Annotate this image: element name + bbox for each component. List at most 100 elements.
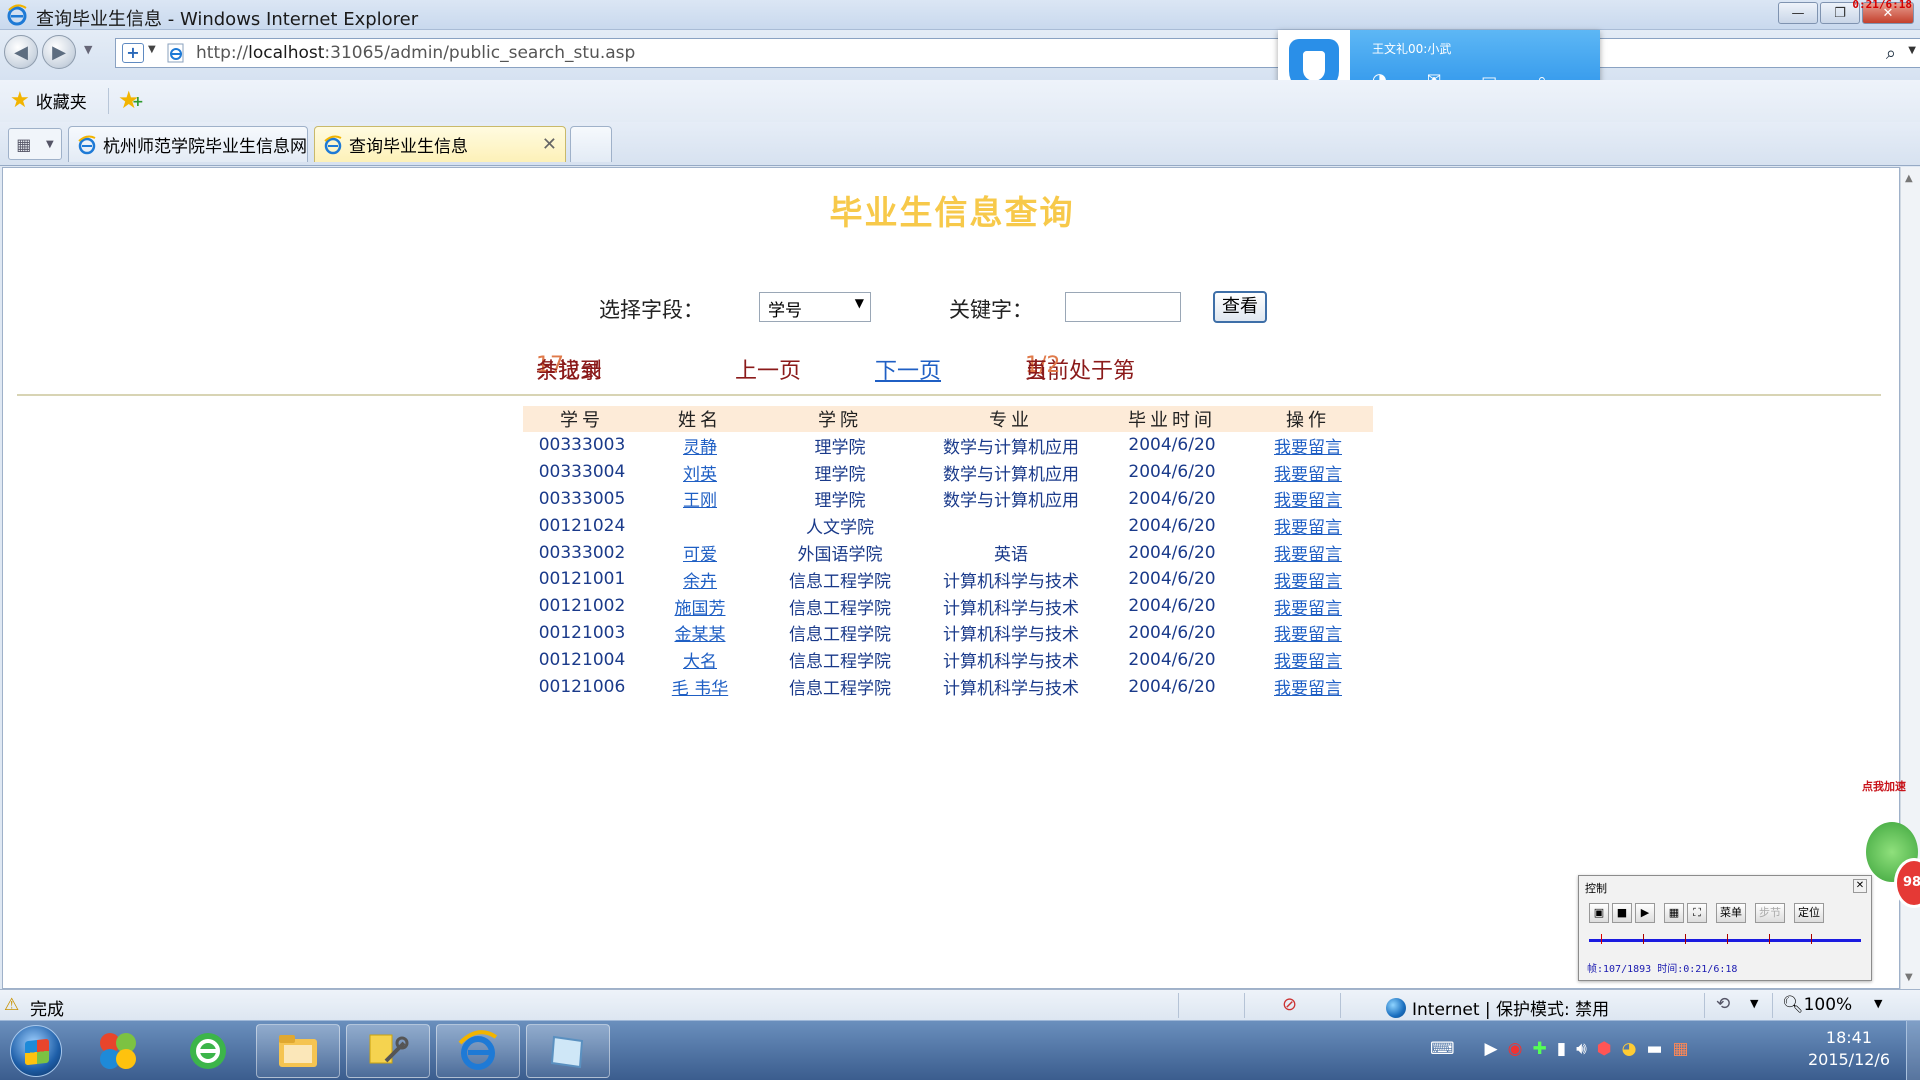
star-icon: ★ xyxy=(10,88,30,113)
leave-message-link[interactable]: 我要留言 xyxy=(1274,652,1342,672)
playhead-marker[interactable] xyxy=(1601,934,1602,944)
cell-major: 计算机科学与技术 xyxy=(943,571,1079,592)
keyboard-icon[interactable]: ⌨ xyxy=(1430,1039,1455,1059)
window-title-bar: 查询毕业生信息 - Windows Internet Explorer — ❐ … xyxy=(0,0,1920,30)
student-name-link[interactable]: 施国芳 xyxy=(675,599,726,619)
ime-icon[interactable]: ▦ xyxy=(1673,1039,1689,1059)
compat-view-icon[interactable]: + xyxy=(122,43,144,63)
cell-college: 外国语学院 xyxy=(797,545,883,566)
leave-message-link[interactable]: 我要留言 xyxy=(1274,599,1342,619)
chevron-down-icon[interactable]: ▼ xyxy=(148,44,156,55)
student-name-link[interactable]: 余卉 xyxy=(683,572,717,592)
back-button[interactable]: ◀ xyxy=(4,35,38,69)
leave-message-link[interactable]: 我要留言 xyxy=(1274,625,1342,645)
taskbar-internet-explorer[interactable] xyxy=(436,1024,520,1078)
system-clock[interactable]: 18:41 2015/12/6 xyxy=(1808,1027,1890,1071)
scroll-up-icon[interactable]: ▲ xyxy=(1905,173,1913,184)
display-icon[interactable]: ▬ xyxy=(1646,1039,1662,1059)
media-play-icon[interactable]: ▶ xyxy=(1485,1039,1498,1059)
add-favorite-icon[interactable]: ★ xyxy=(118,86,143,114)
keyword-input[interactable] xyxy=(1065,292,1181,322)
header-student-id: 学号 xyxy=(523,406,641,432)
table-cell: 刘英 xyxy=(641,459,759,486)
student-name-link[interactable]: 灵静 xyxy=(683,438,717,458)
table-cell: 我要留言 xyxy=(1243,539,1373,566)
volume-icon[interactable]: 🔊︎ xyxy=(1576,1039,1587,1059)
control-buttons: ▣ ■ ▶ ▦ ⛶ 菜单 步节 定位 xyxy=(1589,903,1824,923)
student-name-link[interactable]: 刘英 xyxy=(683,465,717,485)
locate-button[interactable]: 定位 xyxy=(1794,903,1824,923)
cell-college: 理学院 xyxy=(814,464,866,485)
table-cell: 我要留言 xyxy=(1243,486,1373,513)
track-tick xyxy=(1643,934,1644,944)
leave-message-link[interactable]: 我要留言 xyxy=(1274,518,1342,538)
chevron-down-icon[interactable]: ▼ xyxy=(1874,997,1882,1010)
minimize-button[interactable]: — xyxy=(1778,2,1818,24)
taskbar-app-colorful[interactable] xyxy=(76,1024,160,1078)
layout-button[interactable]: ▦ xyxy=(1664,903,1684,923)
leave-message-link[interactable]: 我要留言 xyxy=(1274,572,1342,592)
student-name-link[interactable]: 可爱 xyxy=(683,545,717,565)
progress-track[interactable] xyxy=(1589,939,1861,942)
clock-time: 18:41 xyxy=(1825,1028,1873,1047)
student-name-link[interactable]: 毛 韦华 xyxy=(672,679,728,699)
player-control-panel[interactable]: 控制 ✕ ▣ ■ ▶ ▦ ⛶ 菜单 步节 定位 帧:107/1893 时间:0:… xyxy=(1578,875,1872,981)
field-select[interactable]: 学号 ▼ xyxy=(759,292,871,322)
history-dropdown-icon[interactable]: ▼ xyxy=(84,43,92,56)
step-button[interactable]: 步节 xyxy=(1755,903,1785,923)
chevron-down-icon[interactable]: ▼ xyxy=(1750,997,1758,1010)
leave-message-link[interactable]: 我要留言 xyxy=(1274,679,1342,699)
recorder-app-icon xyxy=(550,1035,584,1069)
qq-tray-icon[interactable]: ◕ xyxy=(1622,1039,1637,1059)
search-dropdown-icon[interactable]: ▼ xyxy=(1908,45,1916,56)
tab-bar: ▦ ▼ 杭州师范学院毕业生信息网 查询毕业生信息 ✕ xyxy=(0,122,1920,166)
antivirus-icon[interactable]: ⬢ xyxy=(1597,1039,1612,1059)
student-name-link[interactable]: 大名 xyxy=(683,652,717,672)
close-icon[interactable]: ✕ xyxy=(1853,879,1867,893)
student-name-link[interactable]: 金某某 xyxy=(675,625,726,645)
taskbar-tools[interactable] xyxy=(346,1024,430,1078)
leave-message-link[interactable]: 我要留言 xyxy=(1274,465,1342,485)
url-text[interactable]: http://localhost:31065/admin/public_sear… xyxy=(196,43,635,63)
network-signal-icon[interactable]: ▮ xyxy=(1557,1039,1566,1059)
show-desktop-button[interactable] xyxy=(1906,1021,1920,1080)
close-tab-icon[interactable]: ✕ xyxy=(542,134,557,155)
popup-blocker-icon[interactable]: ⟲ xyxy=(1716,994,1730,1014)
pause-button[interactable]: ▣ xyxy=(1589,903,1609,923)
menu-button[interactable]: 菜单 xyxy=(1716,903,1746,923)
stop-button[interactable]: ■ xyxy=(1612,903,1632,923)
tab-search-graduates[interactable]: 查询毕业生信息 ✕ xyxy=(314,126,566,162)
search-icon[interactable]: ⌕ xyxy=(1886,43,1896,64)
taskbar-recorder[interactable] xyxy=(526,1024,610,1078)
forward-button[interactable]: ▶ xyxy=(42,35,76,69)
quick-tabs-button[interactable]: ▦ ▼ xyxy=(8,128,62,160)
status-divider xyxy=(1704,993,1705,1018)
table-row: 00121002 施国芳 信息工程学院 计算机科学与技术 2004/6/20 我要留言 xyxy=(523,593,1373,620)
tab-hangzhou-normal[interactable]: 杭州师范学院毕业生信息网 xyxy=(68,126,308,162)
zoom-level[interactable]: 🔍︎100% xyxy=(1782,995,1852,1015)
divider xyxy=(17,394,1881,396)
view-button[interactable]: 查看 xyxy=(1213,291,1267,323)
fullscreen-button[interactable]: ⛶ xyxy=(1687,903,1707,923)
table-cell: 毛 韦华 xyxy=(641,673,759,700)
leave-message-link[interactable]: 我要留言 xyxy=(1274,438,1342,458)
new-tab-button[interactable] xyxy=(570,126,612,162)
leave-message-link[interactable]: 我要留言 xyxy=(1274,545,1342,565)
next-page-link[interactable]: 下一页 xyxy=(875,353,941,385)
play-button[interactable]: ▶ xyxy=(1635,903,1655,923)
address-bar[interactable]: + ▼ http://localhost:31065/admin/public_… xyxy=(115,38,1920,68)
taskbar-explorer[interactable] xyxy=(256,1024,340,1078)
add-green-icon[interactable]: ✚ xyxy=(1532,1039,1546,1059)
start-button[interactable] xyxy=(10,1025,62,1077)
field-select-value: 学号 xyxy=(768,301,802,321)
leave-message-link[interactable]: 我要留言 xyxy=(1274,491,1342,511)
record-icon[interactable]: ◉ xyxy=(1508,1039,1523,1059)
student-name-link[interactable]: 王刚 xyxy=(683,491,717,511)
security-zone[interactable]: Internet | 保护模式: 禁用 xyxy=(1386,995,1609,1020)
taskbar-360-browser[interactable] xyxy=(166,1024,250,1078)
scroll-down-icon[interactable]: ▼ xyxy=(1905,972,1913,983)
chevron-down-icon[interactable]: ▼ xyxy=(46,139,54,150)
privacy-icon[interactable]: ⊘ xyxy=(1282,994,1297,1015)
favorites-button[interactable]: ★ 收藏夹 xyxy=(10,88,87,113)
cell-college: 理学院 xyxy=(814,437,866,458)
